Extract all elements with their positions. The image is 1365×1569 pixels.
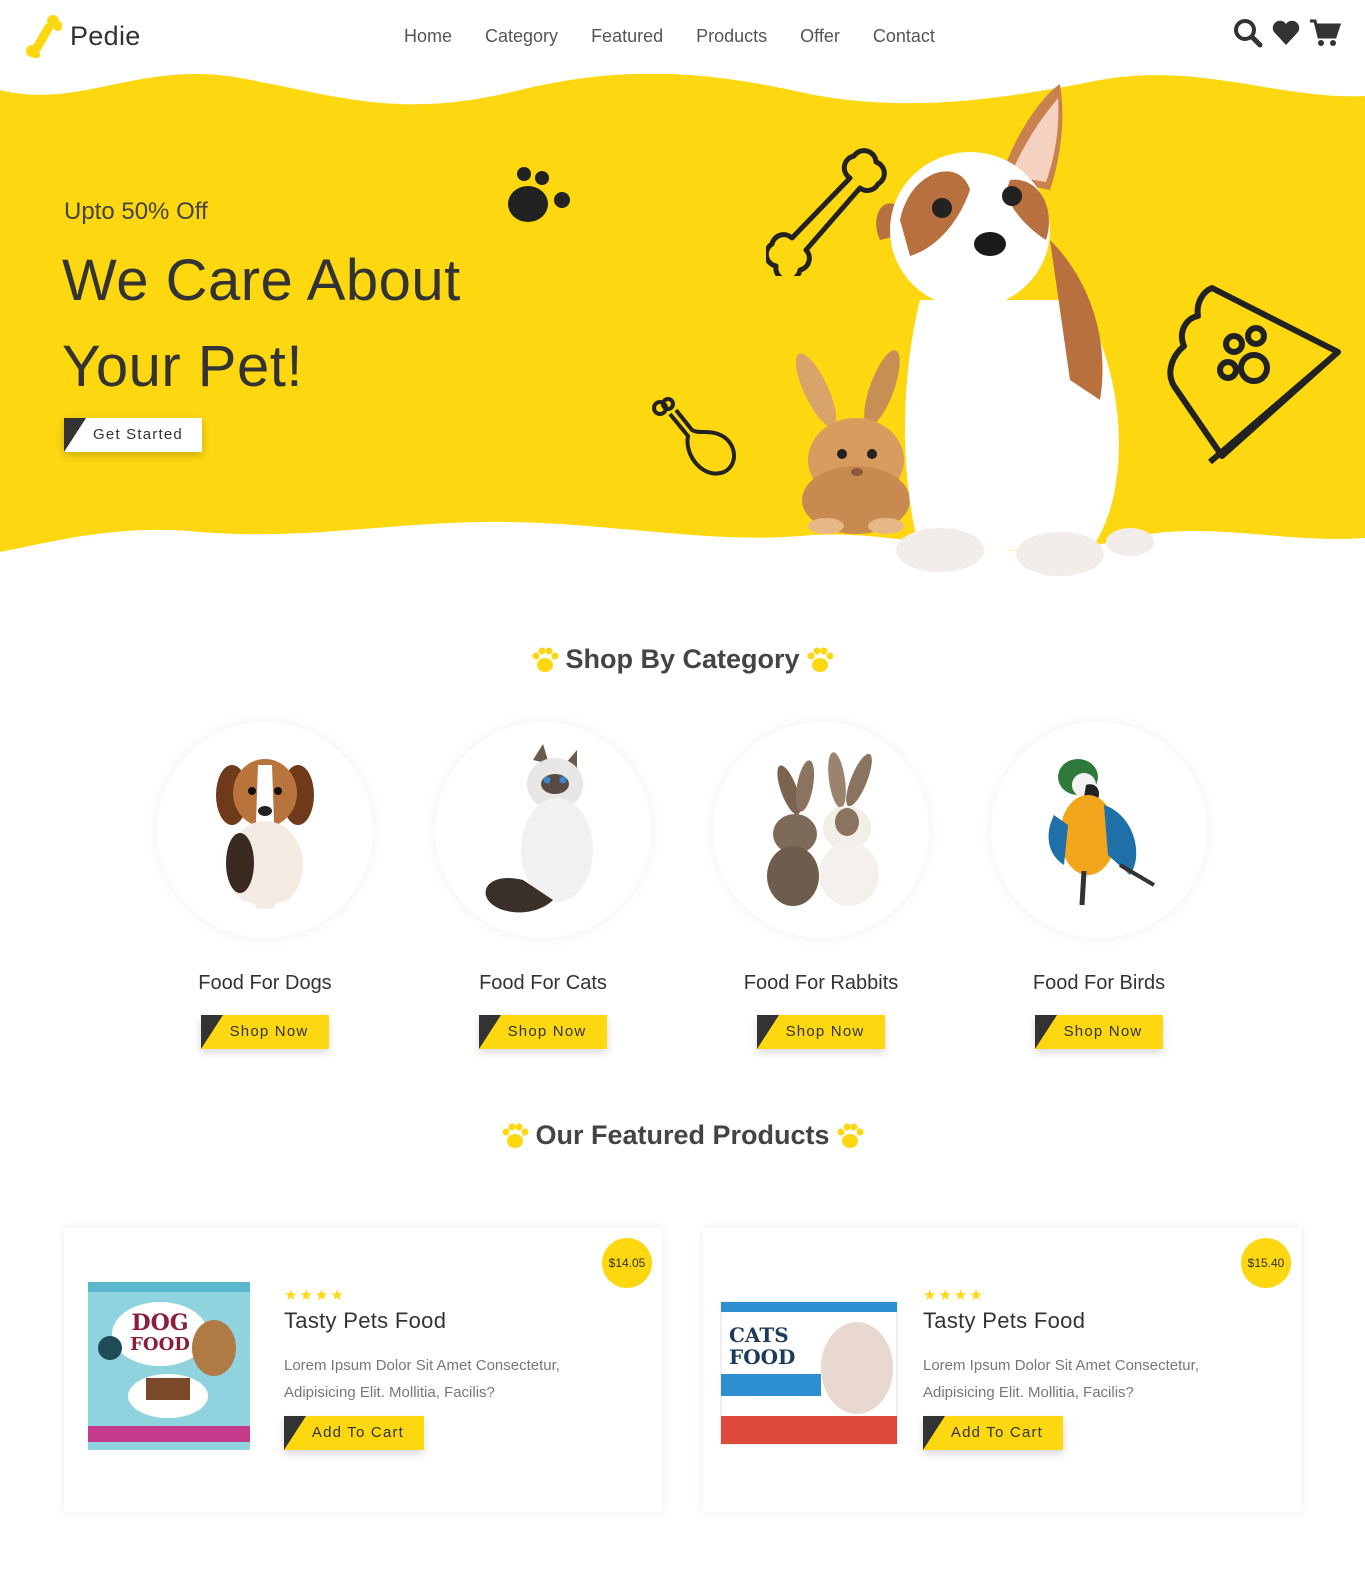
rating-stars: ★★★★: [923, 1287, 985, 1304]
dog-food-box-image[interactable]: DOG FOOD: [84, 1278, 254, 1454]
parrot-image: [1048, 759, 1156, 906]
paw-icon: [807, 647, 834, 672]
box-label-line2: FOOD: [130, 1334, 190, 1355]
hero-title-line1: We Care About: [62, 248, 461, 313]
category-name: Food For Birds: [1032, 972, 1166, 994]
logo[interactable]: Pedie: [26, 14, 141, 58]
get-started-button[interactable]: Get Started: [64, 418, 202, 452]
category-card-cats: Food For Cats Shop Now: [428, 722, 658, 1054]
product-name: Tasty Pets Food: [284, 1308, 447, 1333]
header-icons: [1233, 18, 1341, 48]
category-card-birds: Food For Birds Shop Now: [984, 722, 1214, 1054]
box-label-line1: CATS: [729, 1323, 789, 1347]
hero-banner: Upto 50% Off We Care About Your Pet! Get…: [0, 70, 1365, 576]
nav-products[interactable]: Products: [696, 26, 767, 47]
shop-now-button-rabbits[interactable]: Shop Now: [757, 1015, 885, 1049]
category-image-cats[interactable]: [435, 722, 651, 938]
paw-icon: [532, 647, 559, 672]
category-image-birds[interactable]: [991, 722, 1207, 938]
shop-now-button-cats[interactable]: Shop Now: [479, 1015, 607, 1049]
price-badge: $15.40: [1241, 1238, 1291, 1288]
featured-section-title: Our Featured Products: [0, 1120, 1365, 1151]
food-bowl-icon: [1167, 285, 1341, 465]
cat-food-box-image[interactable]: CATS FOOD: [717, 1298, 901, 1448]
nav-home[interactable]: Home: [404, 26, 452, 47]
paw-print-icon: [508, 167, 570, 222]
paw-icon: [837, 1123, 864, 1148]
category-name: Food For Rabbits: [743, 972, 899, 994]
hero-title: We Care About Your Pet!: [62, 238, 461, 410]
bone-logo-icon: [26, 15, 62, 58]
rabbits-image: [767, 752, 879, 906]
category-name: Food For Cats: [479, 972, 607, 994]
product-card: $14.05 DOG FOOD ★★★★ Tasty Pets Food Lor…: [64, 1228, 662, 1512]
add-to-cart-button[interactable]: Add To Cart: [284, 1416, 424, 1450]
category-title-text: Shop By Category: [565, 644, 800, 674]
nav-featured[interactable]: Featured: [591, 26, 663, 47]
box-label-line2: FOOD: [729, 1345, 795, 1369]
chicken-leg-icon: [652, 397, 736, 476]
shop-now-button-dogs[interactable]: Shop Now: [201, 1015, 329, 1049]
hero-title-line2: Your Pet!: [62, 334, 303, 399]
box-label-line1: DOG: [131, 1310, 188, 1336]
site-header: Pedie Home Category Featured Products Of…: [0, 0, 1365, 74]
category-image-dogs[interactable]: [157, 722, 373, 938]
category-image-rabbits[interactable]: [713, 722, 929, 938]
category-section-title: Shop By Category: [0, 644, 1365, 675]
category-card-dogs: Food For Dogs Shop Now: [150, 722, 380, 1054]
nav-contact[interactable]: Contact: [873, 26, 935, 47]
hero-subtitle: Upto 50% Off: [64, 198, 208, 225]
product-description: Lorem Ipsum Dolor Sit Amet Consectetur, …: [284, 1357, 560, 1401]
product-description: Lorem Ipsum Dolor Sit Amet Consectetur, …: [923, 1357, 1199, 1401]
brand-name: Pedie: [70, 20, 141, 51]
nav-offer[interactable]: Offer: [800, 26, 840, 47]
price-badge: $14.05: [602, 1238, 652, 1288]
add-to-cart-button[interactable]: Add To Cart: [923, 1416, 1063, 1450]
category-name: Food For Dogs: [198, 972, 332, 994]
heart-icon[interactable]: [1271, 18, 1301, 48]
category-card-rabbits: Food For Rabbits Shop Now: [706, 722, 936, 1054]
puppy-image: [216, 759, 314, 913]
cart-icon[interactable]: [1309, 18, 1341, 48]
nav-category[interactable]: Category: [485, 26, 558, 47]
rating-stars: ★★★★: [284, 1287, 346, 1304]
product-card: $15.40 CATS FOOD ★★★★ Tasty Pets Food Lo…: [703, 1228, 1301, 1512]
search-icon[interactable]: [1233, 18, 1263, 48]
product-name: Tasty Pets Food: [923, 1308, 1086, 1333]
featured-title-text: Our Featured Products: [535, 1120, 830, 1150]
main-nav: Home Category Featured Products Offer Co…: [404, 26, 935, 47]
paw-icon: [502, 1123, 529, 1148]
shop-now-button-birds[interactable]: Shop Now: [1035, 1015, 1163, 1049]
hero-dog-image: [876, 84, 1154, 576]
kitten-image: [485, 744, 593, 913]
